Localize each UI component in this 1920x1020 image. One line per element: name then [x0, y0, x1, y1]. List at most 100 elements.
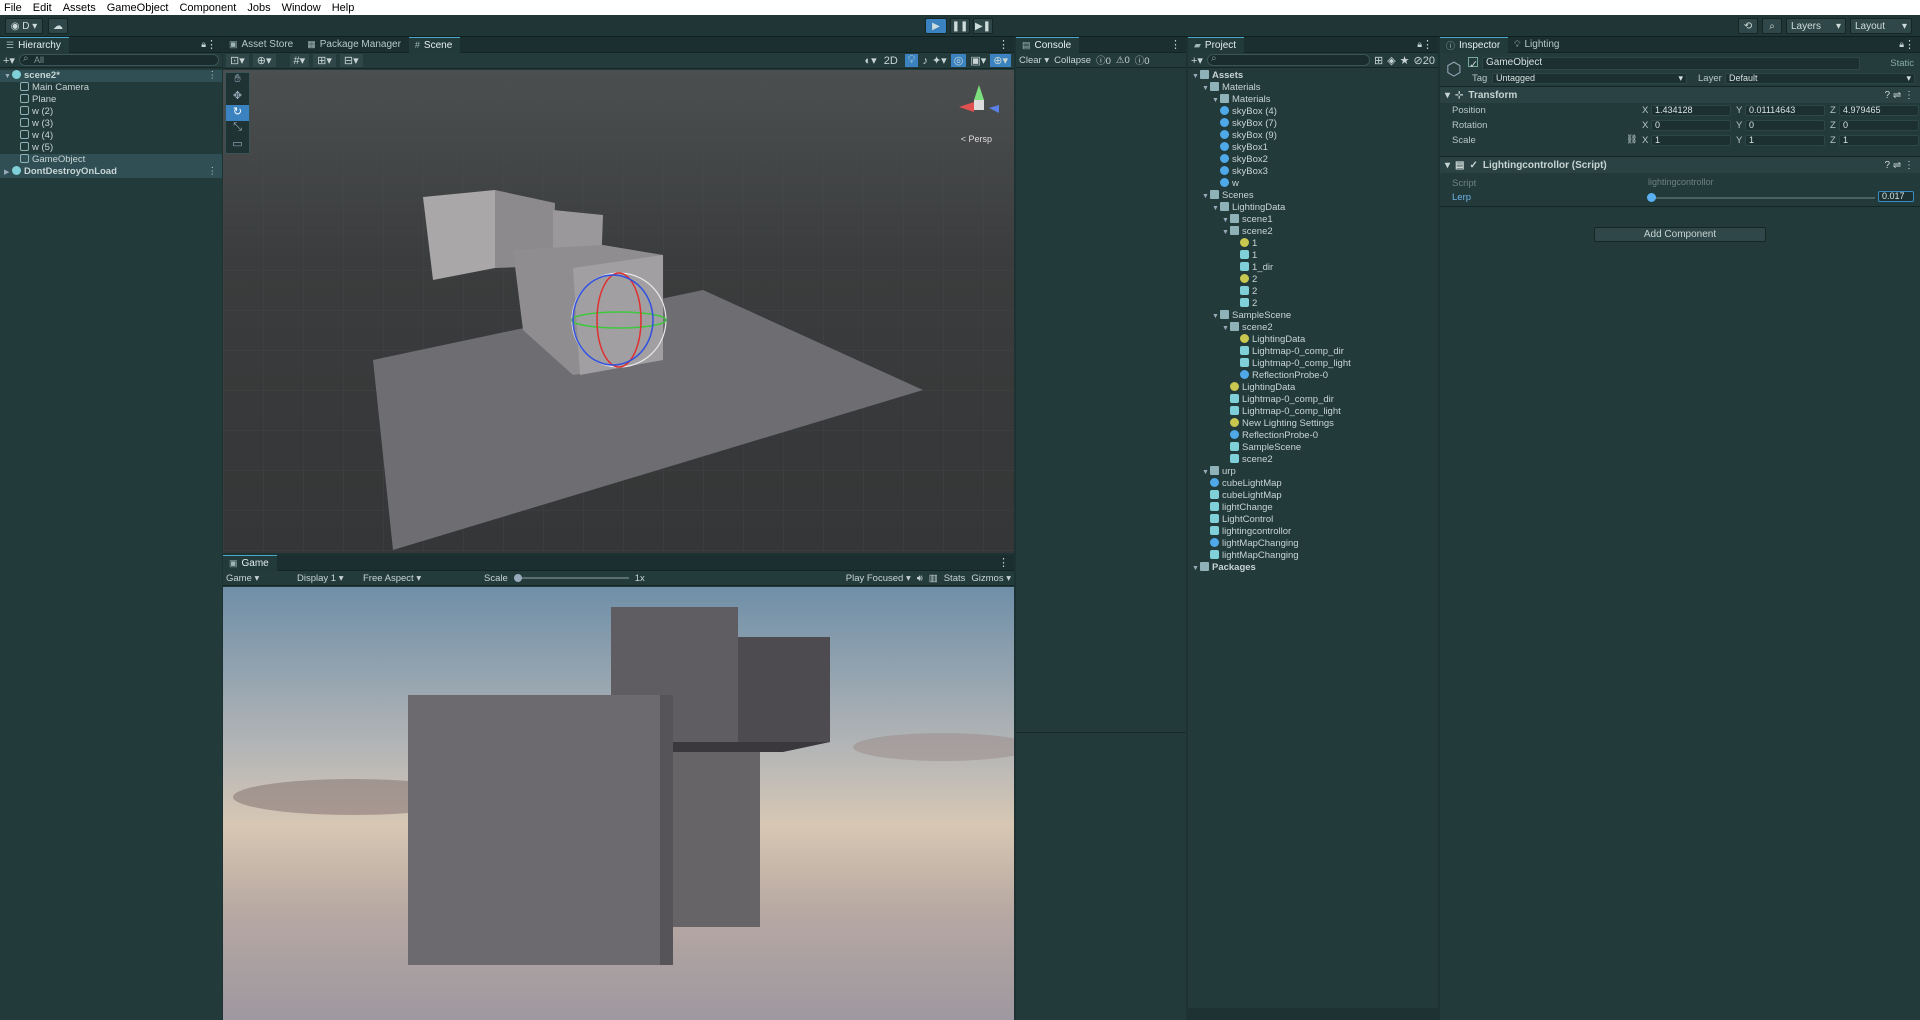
lerp-slider-thumb[interactable] [1646, 193, 1656, 202]
menu-item-edit[interactable]: Edit [33, 2, 52, 14]
axis-z-label[interactable]: Z [1830, 120, 1836, 131]
display-dropdown[interactable]: Display 1 ▾ [297, 573, 357, 584]
project-item[interactable]: ▼ Materials [1188, 94, 1438, 106]
menu-item-file[interactable]: File [4, 2, 22, 14]
gizmos-dropdown[interactable]: Gizmos ▾ [971, 573, 1011, 584]
add-component-button[interactable]: Add Component [1594, 227, 1766, 242]
component-menu-icon[interactable]: ? ⇌ ⋮ [1885, 160, 1915, 171]
rect-tool-icon[interactable]: ▭ [226, 137, 249, 153]
project-item[interactable]: ▼ Materials [1188, 82, 1438, 94]
axis-y-label[interactable]: Y [1736, 120, 1742, 131]
history-button[interactable]: ⟲ [1738, 18, 1758, 34]
project-item[interactable]: SampleScene [1188, 442, 1438, 454]
camera-icon[interactable]: ▣▾ [970, 54, 986, 67]
scene-viewport[interactable]: ✋︎ ✥ ↻ ⤡ ▭ < Persp [223, 70, 1014, 553]
axis-x-label[interactable]: X [1642, 105, 1648, 116]
scale-tool-icon[interactable]: ⤡ [226, 121, 249, 137]
lighting-toggle-icon[interactable]: 💡︎ [904, 54, 919, 67]
project-scrollbar[interactable] [1188, 1008, 1438, 1020]
scale-slider[interactable] [513, 574, 629, 582]
project-item[interactable]: ▼ Assets [1188, 70, 1438, 82]
kebab-menu-icon[interactable]: ⋮ [1170, 38, 1181, 51]
hierarchy-item[interactable]: w (4) [0, 130, 222, 142]
gizmos-icon[interactable]: ⊕▾ [990, 54, 1011, 67]
project-item[interactable]: LightingData [1188, 334, 1438, 346]
position-z-field[interactable]: 4.979465 [1839, 105, 1919, 116]
kebab-menu-icon[interactable]: ⋮ [1904, 38, 1915, 51]
project-item[interactable]: LightingData [1188, 382, 1438, 394]
project-search[interactable] [1206, 53, 1370, 66]
axis-x-label[interactable]: X [1642, 135, 1648, 146]
pause-button[interactable]: ❚❚ [950, 18, 970, 34]
hierarchy-item[interactable]: w (2) [0, 106, 222, 118]
axis-y-label[interactable]: Y [1736, 105, 1742, 116]
scale-x-field[interactable]: 1 [1651, 135, 1731, 146]
grid-snap-icon[interactable]: #▾ [289, 54, 310, 67]
scale-y-field[interactable]: 1 [1745, 135, 1825, 146]
tab-project[interactable]: ▰ Project [1188, 37, 1245, 53]
project-item[interactable]: scene2 [1188, 454, 1438, 466]
project-item[interactable]: skyBox1 [1188, 142, 1438, 154]
hierarchy-item[interactable]: w (3) [0, 118, 222, 130]
menu-item-help[interactable]: Help [332, 2, 355, 14]
position-y-field[interactable]: 0.01114643 [1745, 105, 1825, 116]
project-item[interactable]: ▼ Packages [1188, 562, 1438, 574]
hierarchy-item[interactable]: GameObject [0, 154, 222, 166]
project-item[interactable]: ▼ SampleScene [1188, 310, 1438, 322]
tool-handle-icon[interactable]: ⊡▾ [226, 54, 249, 67]
project-item[interactable]: ▼ scene2 [1188, 322, 1438, 334]
project-item[interactable]: New Lighting Settings [1188, 418, 1438, 430]
project-item[interactable]: 1_dir [1188, 262, 1438, 274]
project-item[interactable]: ▼ LightingData [1188, 202, 1438, 214]
active-checkbox[interactable]: ✓ [1468, 57, 1478, 71]
clear-button[interactable]: Clear ▾ [1019, 55, 1049, 66]
draw-mode-icon[interactable]: ◐▾ [865, 54, 877, 67]
project-item[interactable]: skyBox (7) [1188, 118, 1438, 130]
layout-dropdown[interactable]: Layout ▾ [1850, 18, 1912, 34]
hierarchy-item[interactable]: Plane [0, 94, 222, 106]
transform-header[interactable]: ▾ ⊹ Transform? ⇌ ⋮ [1440, 87, 1920, 103]
add-icon[interactable]: +▾ [3, 54, 15, 67]
project-item[interactable]: skyBox (9) [1188, 130, 1438, 142]
2d-toggle[interactable]: 2D [881, 55, 901, 67]
pivot-icon[interactable]: ⊕▾ [252, 54, 276, 67]
static-toggle[interactable]: Static [1890, 58, 1914, 69]
axis-z-label[interactable]: Z [1830, 135, 1836, 146]
axis-z-label[interactable]: Z [1830, 105, 1836, 116]
play-focused-dropdown[interactable]: Play Focused ▾ [846, 573, 911, 584]
kebab-menu-icon[interactable]: ⋮ [208, 166, 218, 178]
tab-inspector[interactable]: ⓘ Inspector [1440, 37, 1509, 53]
layers-dropdown[interactable]: Layers ▾ [1786, 18, 1846, 34]
project-item[interactable]: ▼ scene2 [1188, 226, 1438, 238]
increment-icon[interactable]: ⊟▾ [339, 54, 363, 67]
favorite-icon[interactable]: ★ [1400, 54, 1410, 67]
hierarchy-item[interactable]: ▼ scene2* ⋮ [0, 70, 222, 82]
project-item[interactable]: ▼ scene1 [1188, 214, 1438, 226]
layer-dropdown[interactable]: Default ▾ [1725, 73, 1915, 84]
component-menu-icon[interactable]: ? ⇌ ⋮ [1885, 90, 1915, 101]
project-item[interactable]: w [1188, 178, 1438, 190]
tag-dropdown[interactable]: Untagged ▾ [1492, 73, 1687, 84]
rotate-tool-icon[interactable]: ↻ [226, 105, 249, 121]
project-item[interactable]: lightMapChanging [1188, 550, 1438, 562]
search-button[interactable]: ⌕ [1762, 18, 1782, 34]
chevron-right-icon[interactable]: ▶ [4, 167, 12, 179]
project-item[interactable]: ReflectionProbe-0 [1188, 370, 1438, 382]
hidden-packages-icon[interactable]: ⊘20 [1414, 54, 1435, 67]
kebab-menu-icon[interactable]: ⋮ [998, 556, 1009, 569]
hierarchy-item[interactable]: Main Camera [0, 82, 222, 94]
project-item[interactable]: 2 [1188, 298, 1438, 310]
hidden-objects-icon[interactable]: ◎ [950, 54, 967, 67]
tab-asset-store[interactable]: ▣ Asset Store [223, 37, 301, 53]
project-item[interactable]: Lightmap-0_comp_light [1188, 358, 1438, 370]
axis-y-label[interactable]: Y [1736, 135, 1742, 146]
rotation-y-field[interactable]: 0 [1745, 120, 1825, 131]
project-item[interactable]: cubeLightMap [1188, 490, 1438, 502]
error-count[interactable]: ⓘ0 [1135, 53, 1150, 67]
project-item[interactable]: Lightmap-0_comp_dir [1188, 394, 1438, 406]
project-item[interactable]: Lightmap-0_comp_dir [1188, 346, 1438, 358]
name-field[interactable]: GameObject [1482, 57, 1860, 70]
menu-item-window[interactable]: Window [282, 2, 321, 14]
aspect-dropdown[interactable]: Free Aspect ▾ [363, 573, 478, 584]
project-item[interactable]: ▼ urp [1188, 466, 1438, 478]
